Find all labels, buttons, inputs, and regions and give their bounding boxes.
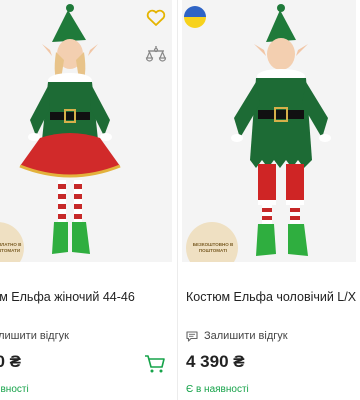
- in-stock-label: наявності: [0, 384, 29, 395]
- compare-scales-icon[interactable]: [144, 42, 168, 66]
- product-image[interactable]: ЕЗОПЛАТНО В ПОШТОМАТИ: [0, 0, 172, 262]
- female-elf-costume-image: [19, 4, 121, 254]
- review-label: Залишити відгук: [204, 330, 288, 342]
- favorite-heart-icon[interactable]: [144, 6, 168, 30]
- review-label: алишити відгук: [0, 330, 69, 342]
- leave-review-link[interactable]: алишити відгук: [0, 330, 69, 342]
- product-title[interactable]: Костюм Ельфа чоловічий L/XL: [186, 290, 360, 304]
- comment-icon: [186, 330, 198, 342]
- product-card[interactable]: БЕЗКОШТОВНО В ПОШТОМАТІ Костюм Ельфа чол…: [182, 0, 360, 400]
- product-card[interactable]: ЕЗОПЛАТНО В ПОШТОМАТИ юм Ельфа жіночий 4…: [0, 0, 172, 400]
- ukraine-flag-icon: [184, 6, 206, 28]
- product-price: 90 ₴: [0, 352, 21, 371]
- product-image[interactable]: БЕЗКОШТОВНО В ПОШТОМАТІ: [182, 0, 360, 262]
- product-title[interactable]: юм Ельфа жіночий 44-46: [0, 290, 135, 304]
- in-stock-label: Є в наявності: [186, 384, 249, 395]
- product-price: 4 390 ₴: [186, 352, 245, 371]
- next-card-edge: [356, 0, 360, 400]
- leave-review-link[interactable]: Залишити відгук: [186, 330, 288, 342]
- add-to-cart-icon[interactable]: [144, 354, 166, 374]
- card-divider: [177, 0, 178, 400]
- product-grid: ЕЗОПЛАТНО В ПОШТОМАТИ юм Ельфа жіночий 4…: [0, 0, 360, 400]
